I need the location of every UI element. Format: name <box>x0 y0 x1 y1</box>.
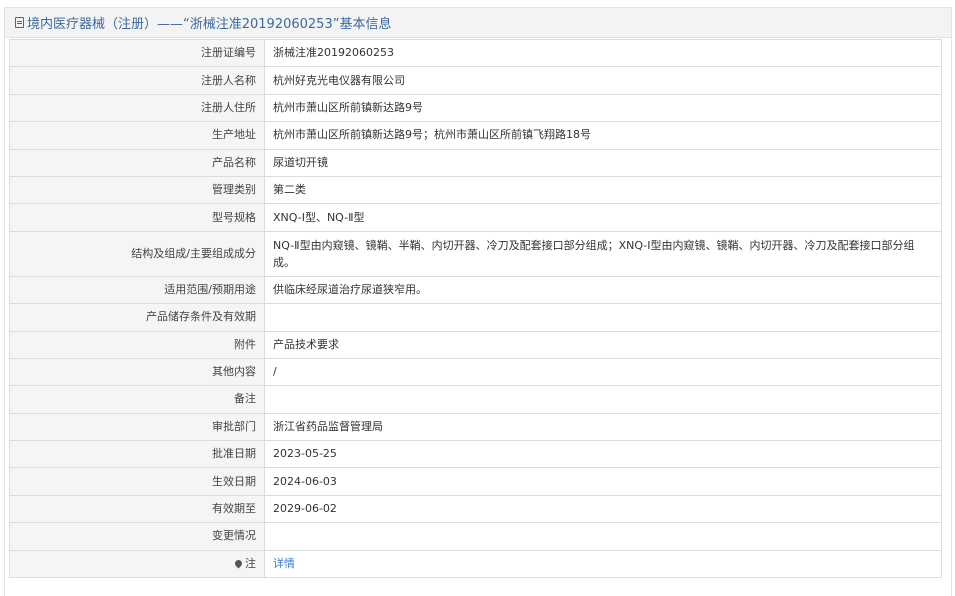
panel-header: 境内医疗器械（注册）——“浙械注准20192060253”基本信息 <box>5 8 951 38</box>
table-row: 备注 <box>9 385 942 414</box>
row-label: 产品储存条件及有效期 <box>9 303 265 332</box>
table-row: 审批部门 浙江省药品监督管理局 <box>9 412 942 442</box>
table-row: 其他内容 / <box>9 357 942 387</box>
row-value <box>264 522 942 551</box>
row-value: XNQ-Ⅰ型、NQ-Ⅱ型 <box>264 203 942 232</box>
row-label: 注册人住所 <box>9 93 265 123</box>
row-value: 第二类 <box>264 175 942 205</box>
row-label: 注册证编号 <box>9 38 265 68</box>
note-row: 注 详情 <box>9 549 942 579</box>
row-value: 产品技术要求 <box>264 330 942 359</box>
row-label: 备注 <box>9 385 265 414</box>
info-table: 注册证编号 浙械注准20192060253 注册人名称 杭州好克光电仪器有限公司… <box>9 38 942 579</box>
table-row: 产品储存条件及有效期 <box>9 303 942 332</box>
table-row: 有效期至 2029-06-02 <box>9 494 942 524</box>
note-label: 注 <box>245 556 256 570</box>
table-row: 生产地址 杭州市萧山区所前镇新达路9号；杭州市萧山区所前镇飞翔路18号 <box>9 121 942 150</box>
row-value: 杭州好克光电仪器有限公司 <box>264 66 942 95</box>
row-label: 注册人名称 <box>9 66 265 95</box>
table-row: 注册人名称 杭州好克光电仪器有限公司 <box>9 66 942 95</box>
table-row: 变更情况 <box>9 522 942 551</box>
table-row: 附件 产品技术要求 <box>9 330 942 359</box>
document-icon <box>15 17 24 28</box>
row-label: 批准日期 <box>9 440 265 469</box>
table-row: 注册证编号 浙械注准20192060253 <box>9 38 942 68</box>
note-label-cell: 注 <box>9 549 265 579</box>
row-label: 变更情况 <box>9 522 265 551</box>
row-value: 2024-06-03 <box>264 467 942 496</box>
pin-icon <box>233 558 244 569</box>
row-value: / <box>264 357 942 387</box>
table-row: 管理类别 第二类 <box>9 175 942 205</box>
row-value: NQ-Ⅱ型由内窥镜、镜鞘、半鞘、内切开器、冷刀及配套接口部分组成；XNQ-Ⅰ型由… <box>264 230 942 277</box>
table-row: 产品名称 尿道切开镜 <box>9 148 942 177</box>
note-value-cell: 详情 <box>264 549 942 579</box>
row-value <box>264 303 942 332</box>
row-value: 供临床经尿道治疗尿道狭窄用。 <box>264 275 942 305</box>
table-row: 结构及组成/主要组成成分 NQ-Ⅱ型由内窥镜、镜鞘、半鞘、内切开器、冷刀及配套接… <box>9 230 942 277</box>
row-value: 2023-05-25 <box>264 440 942 469</box>
row-value: 尿道切开镜 <box>264 148 942 177</box>
row-label: 审批部门 <box>9 412 265 442</box>
page-title: 境内医疗器械（注册）——“浙械注准20192060253”基本信息 <box>27 17 392 32</box>
row-value: 2029-06-02 <box>264 494 942 524</box>
table-row: 生效日期 2024-06-03 <box>9 467 942 496</box>
table-row: 型号规格 XNQ-Ⅰ型、NQ-Ⅱ型 <box>9 203 942 232</box>
row-label: 结构及组成/主要组成成分 <box>9 230 265 277</box>
row-label: 附件 <box>9 330 265 359</box>
row-value: 浙江省药品监督管理局 <box>264 412 942 442</box>
row-value: 杭州市萧山区所前镇新达路9号；杭州市萧山区所前镇飞翔路18号 <box>264 121 942 150</box>
row-label: 管理类别 <box>9 175 265 205</box>
row-label: 型号规格 <box>9 203 265 232</box>
row-value: 杭州市萧山区所前镇新达路9号 <box>264 93 942 123</box>
table-row: 注册人住所 杭州市萧山区所前镇新达路9号 <box>9 93 942 123</box>
row-label: 适用范围/预期用途 <box>9 275 265 305</box>
row-label: 生效日期 <box>9 467 265 496</box>
row-value <box>264 385 942 414</box>
row-label: 有效期至 <box>9 494 265 524</box>
details-link[interactable]: 详情 <box>273 557 295 570</box>
row-value: 浙械注准20192060253 <box>264 38 942 68</box>
row-label: 其他内容 <box>9 357 265 387</box>
row-label: 生产地址 <box>9 121 265 150</box>
row-label: 产品名称 <box>9 148 265 177</box>
table-row: 适用范围/预期用途 供临床经尿道治疗尿道狭窄用。 <box>9 275 942 305</box>
table-row: 批准日期 2023-05-25 <box>9 440 942 469</box>
